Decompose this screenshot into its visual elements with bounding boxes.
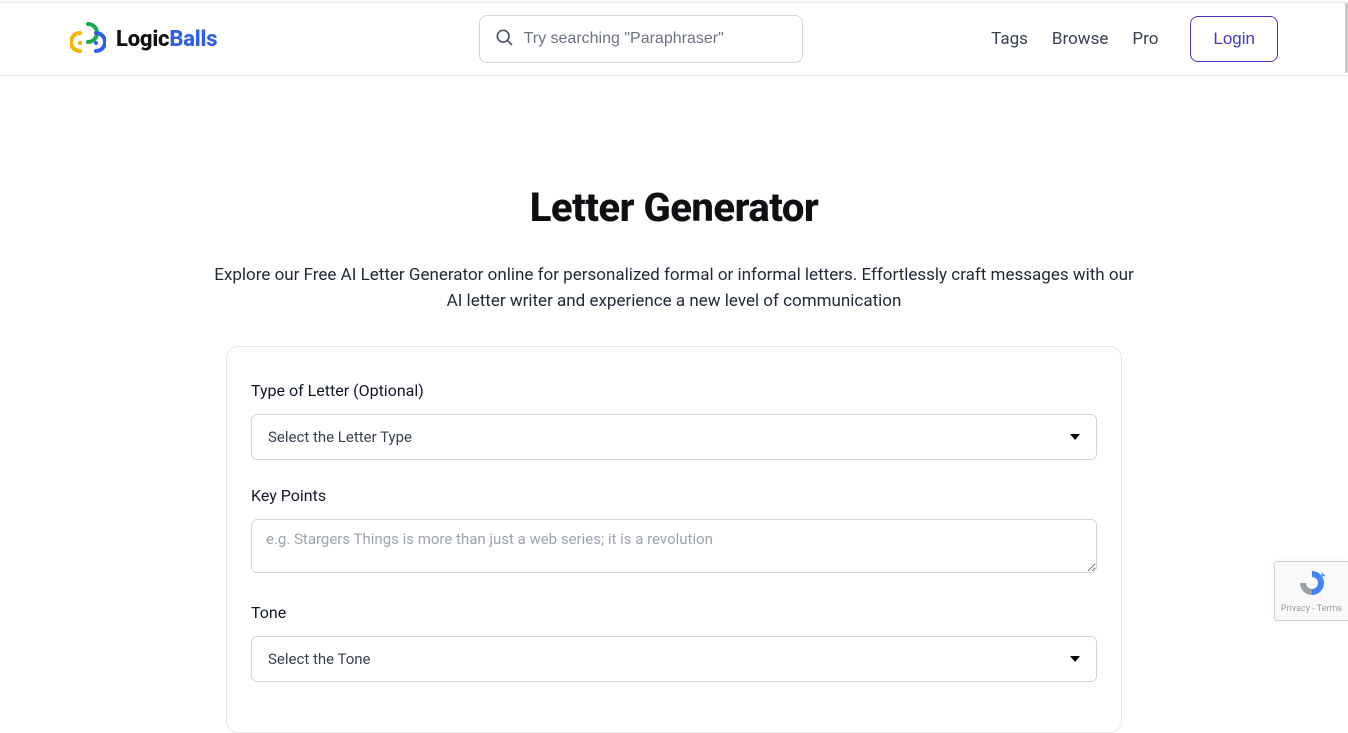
chevron-down-icon [1070, 656, 1080, 662]
label-type-of-letter: Type of Letter (Optional) [251, 381, 1097, 400]
main: Letter Generator Explore our Free AI Let… [0, 76, 1348, 733]
page-title: Letter Generator [530, 184, 819, 231]
header: LogicBalls Tags Browse Pro Login [0, 3, 1348, 76]
logo[interactable]: LogicBalls [70, 21, 290, 57]
page-subtitle: Explore our Free AI Letter Generator onl… [209, 263, 1139, 314]
recaptcha-privacy-link[interactable]: Privacy [1281, 604, 1310, 614]
nav-pro[interactable]: Pro [1132, 29, 1158, 49]
form-group-tone: Tone Select the Tone [251, 603, 1097, 682]
textarea-key-points[interactable] [251, 519, 1097, 573]
recaptcha-icon [1297, 568, 1327, 602]
logo-text-part1: Logic [116, 27, 169, 52]
recaptcha-badge[interactable]: Privacy - Terms [1274, 561, 1348, 621]
search-input[interactable] [524, 30, 788, 48]
select-tone-value: Select the Tone [268, 650, 371, 668]
chevron-down-icon [1070, 434, 1080, 440]
nav-browse[interactable]: Browse [1052, 29, 1108, 49]
select-tone[interactable]: Select the Tone [251, 636, 1097, 682]
nav-tags[interactable]: Tags [991, 29, 1028, 49]
login-button[interactable]: Login [1190, 16, 1278, 62]
label-key-points: Key Points [251, 486, 1097, 505]
nav: Tags Browse Pro Login [991, 16, 1278, 62]
logo-text-part2: Balls [169, 27, 217, 52]
form-group-type: Type of Letter (Optional) Select the Let… [251, 381, 1097, 460]
logo-icon [70, 21, 106, 57]
form-card: Type of Letter (Optional) Select the Let… [226, 346, 1122, 733]
select-letter-type[interactable]: Select the Letter Type [251, 414, 1097, 460]
label-tone: Tone [251, 603, 1097, 622]
recaptcha-sep: - [1310, 604, 1317, 614]
recaptcha-links: Privacy - Terms [1281, 604, 1342, 614]
search-icon [494, 27, 514, 51]
logo-text: LogicBalls [116, 27, 217, 52]
search-container [290, 15, 991, 63]
select-letter-type-value: Select the Letter Type [268, 428, 412, 446]
form-group-keypoints: Key Points [251, 486, 1097, 577]
recaptcha-terms-link[interactable]: Terms [1317, 604, 1342, 614]
search-box[interactable] [479, 15, 803, 63]
